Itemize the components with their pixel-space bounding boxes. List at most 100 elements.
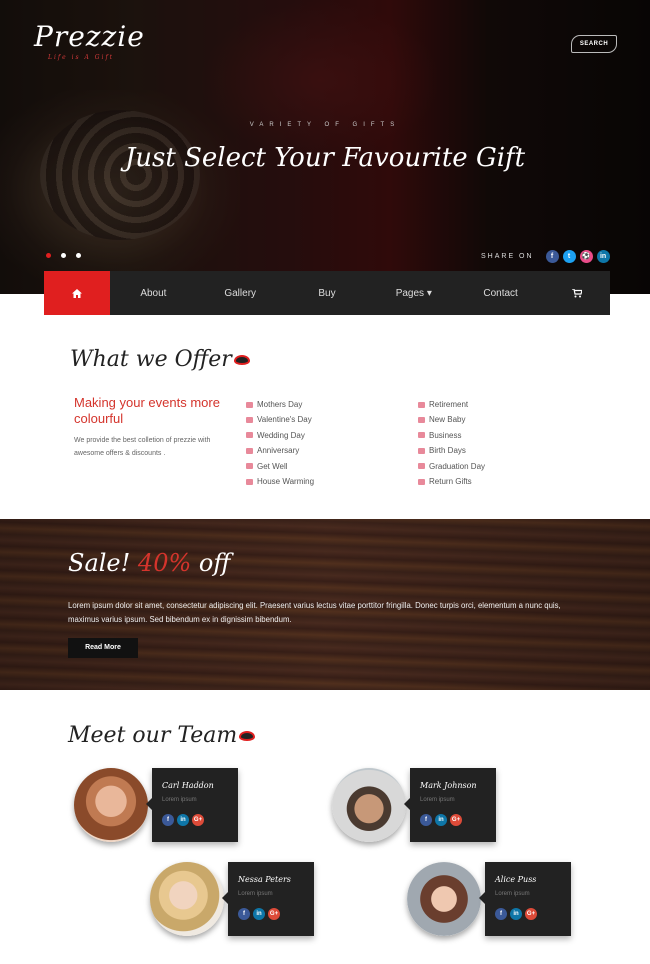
sale-banner: Sale! 40% off Lorem ipsum dolor sit amet… [0,519,650,690]
linkedin-icon[interactable]: in [435,814,447,826]
list-item-label: Return Gifts [429,476,472,486]
list-item[interactable]: New Baby [418,412,485,427]
sale-title-suffix: off [198,549,231,577]
list-item[interactable]: Birth Days [418,443,485,458]
member-info-card: Carl Haddon Lorem ipsum f in G+ [146,768,238,842]
team-title-text: Meet our Team [68,723,238,748]
team-member-card: Nessa Peters Lorem ipsum f in G+ [150,862,320,942]
google-plus-icon[interactable]: G+ [192,814,204,826]
linkedin-icon[interactable]: in [253,908,265,920]
slider-dot-2[interactable] [61,253,66,258]
offer-title-text: What we Offer [70,347,232,372]
gift-bullet-icon [246,417,253,424]
list-item-label: Get Well [257,461,288,471]
cart-icon [571,288,582,297]
share-bar: SHARE ON f t ⚽ in [481,250,610,263]
member-info-card: Alice Puss Lorem ipsum f in G+ [479,862,571,936]
search-button[interactable]: SEARCH [571,35,617,53]
member-role: Lorem ipsum [238,891,273,897]
member-social: f in G+ [495,908,537,920]
twitter-icon[interactable]: t [562,250,576,263]
list-item-label: Valentine's Day [257,415,312,425]
offer-description: We provide the best colletion of prezzie… [74,437,211,457]
avatar [74,768,148,842]
list-item[interactable]: Anniversary [246,443,314,458]
avatar [407,862,481,936]
list-item-label: Mothers Day [257,400,303,409]
list-item-label: Wedding Day [257,430,305,440]
gift-bullet-icon [418,401,425,408]
google-plus-icon[interactable]: G+ [268,908,280,920]
slider-dot-1[interactable] [46,253,51,258]
list-item[interactable]: Mothers Day [246,397,314,412]
sale-percent: 40% [137,549,192,577]
nav-item-pages[interactable]: Pages ▾ [370,271,457,315]
team-member-card: Carl Haddon Lorem ipsum f in G+ [74,768,244,848]
list-item-label: Birth Days [429,446,466,456]
hero-banner: Prezzie Life is A Gift SEARCH VARIETY OF… [0,0,650,294]
gift-bullet-icon [418,432,425,439]
member-info-card: Nessa Peters Lorem ipsum f in G+ [222,862,314,936]
site-tagline: Life is A Gift [48,54,115,61]
list-item[interactable]: Graduation Day [418,459,485,474]
gift-bullet-icon [418,478,425,485]
gift-bullet-icon [246,463,253,470]
member-role: Lorem ipsum [420,797,455,803]
member-name: Nessa Peters [238,875,291,884]
nav-home[interactable] [44,271,110,315]
sale-title-prefix: Sale! [68,549,131,577]
gift-bullet-icon [418,417,425,424]
offer-heading: Making your events more colourful [74,395,220,426]
gift-bullet-icon [246,447,253,454]
linkedin-icon[interactable]: in [177,814,189,826]
member-role: Lorem ipsum [162,797,197,803]
gift-bullet-icon [246,432,253,439]
facebook-icon[interactable]: f [495,908,507,920]
facebook-icon[interactable]: f [238,908,250,920]
list-item-label: New Baby [429,415,466,425]
nav-item-gallery[interactable]: Gallery [197,271,284,315]
list-item[interactable]: House Warming [246,474,314,489]
nav-item-buy[interactable]: Buy [284,271,371,315]
nav-item-contact[interactable]: Contact [457,271,544,315]
member-name: Carl Haddon [162,781,214,790]
occasion-list-2: Retirement New Baby Business Birth Days … [418,397,485,489]
member-role: Lorem ipsum [495,891,530,897]
google-plus-icon[interactable]: G+ [450,814,462,826]
list-item[interactable]: Retirement [418,397,485,412]
linkedin-icon[interactable]: in [596,250,610,263]
gift-bullet-icon [418,463,425,470]
list-item[interactable]: Wedding Day [246,428,314,443]
linkedin-icon[interactable]: in [510,908,522,920]
member-social: f in G+ [162,814,204,826]
slider-dot-3[interactable] [76,253,81,258]
list-item-label: House Warming [257,476,315,486]
sale-text: Lorem ipsum dolor sit amet, consectetur … [68,601,561,624]
nav-item-about[interactable]: About [110,271,197,315]
list-item[interactable]: Get Well [246,459,314,474]
team-section-title: Meet our Team [68,723,256,748]
home-icon [72,288,82,298]
nav-cart[interactable] [544,271,610,315]
gift-bullet-icon [246,401,253,408]
sale-title: Sale! 40% off [68,549,230,577]
team-member-card: Alice Puss Lorem ipsum f in G+ [407,862,577,942]
list-item[interactable]: Business [418,428,485,443]
main-nav: About Gallery Buy Pages ▾ Contact [44,271,610,315]
facebook-icon[interactable]: f [420,814,432,826]
google-plus-icon[interactable]: G+ [525,908,537,920]
list-item[interactable]: Return Gifts [418,474,485,489]
gift-icon [233,355,250,365]
read-more-button[interactable]: Read More [68,638,138,658]
facebook-icon[interactable]: f [162,814,174,826]
occasion-list-1: Mothers Day Valentine's Day Wedding Day … [246,397,314,489]
site-logo[interactable]: Prezzie [34,20,145,53]
member-social: f in G+ [420,814,462,826]
list-item-label: Business [429,430,462,440]
offer-section-title: What we Offer [70,347,250,372]
facebook-icon[interactable]: f [545,250,559,263]
avatar [332,768,406,842]
list-item[interactable]: Valentine's Day [246,412,314,427]
dribbble-icon[interactable]: ⚽ [579,250,593,263]
team-member-card: Mark Johnson Lorem ipsum f in G+ [332,768,502,848]
